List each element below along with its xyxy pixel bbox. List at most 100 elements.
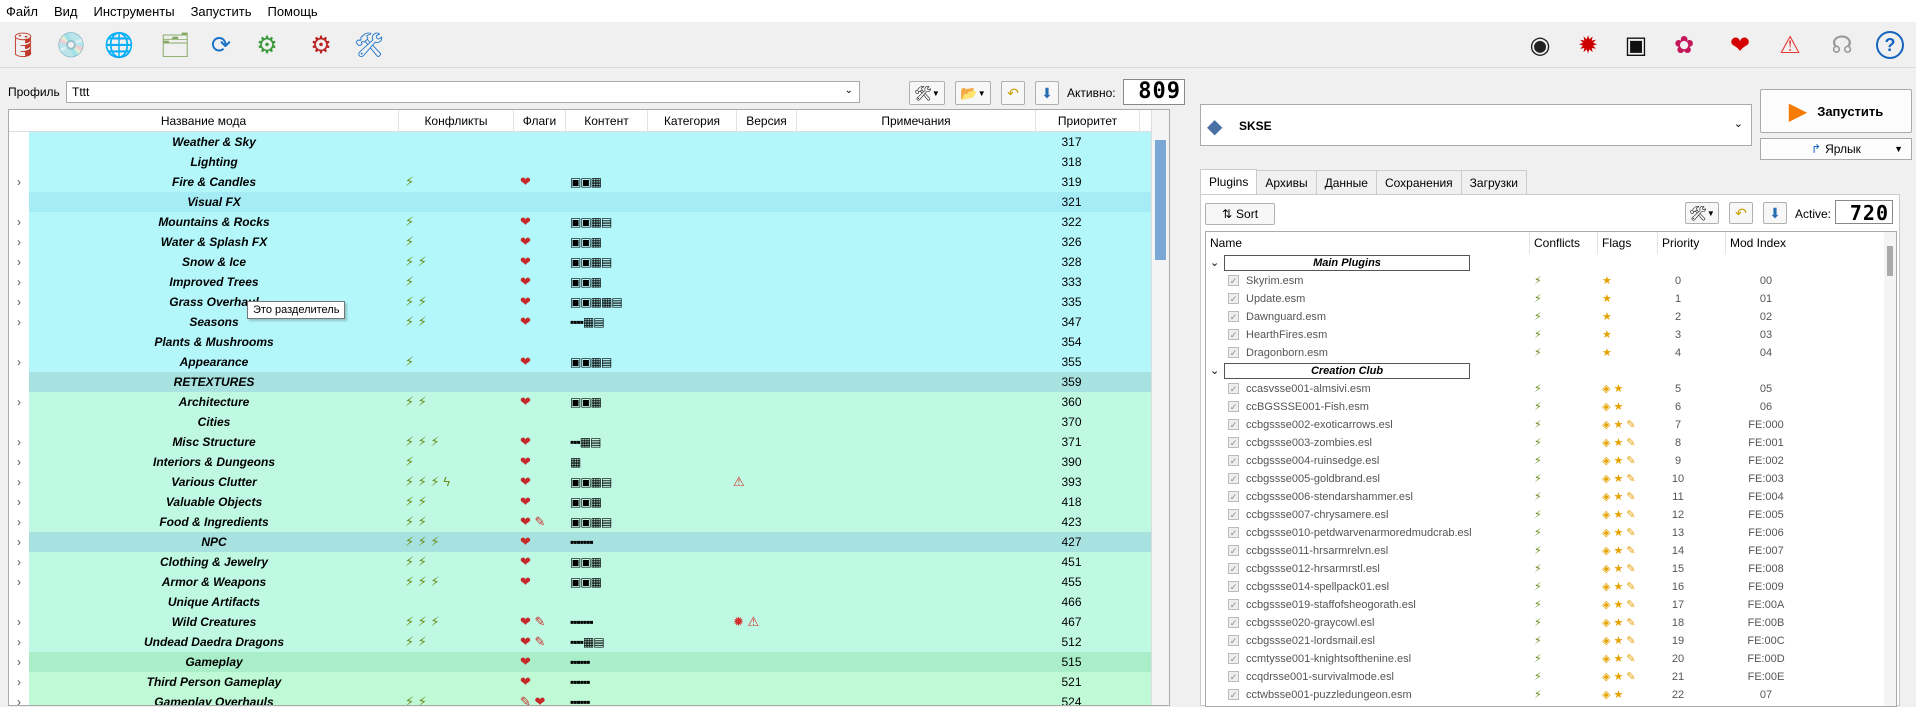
checkbox[interactable]: ✓: [1228, 329, 1239, 340]
plugin-row[interactable]: ✓ ccqdrsse001-survivalmode.esl ⚡ ◈ ★ ✎ 21 FE:…: [1206, 668, 1886, 686]
checkbox[interactable]: ✓: [1228, 383, 1239, 394]
plugin-row[interactable]: ✓ ccbgssse012-hrsarmrstl.esl ⚡ ◈ ★ ✎ 15 FE:00…: [1206, 560, 1886, 578]
create-backup-button[interactable]: ⬇: [1035, 81, 1059, 105]
expand-icon[interactable]: [9, 412, 29, 432]
plugin-row[interactable]: ✓ ccbgssse011-hrsarmrelvn.esl ⚡ ◈ ★ ✎ 14 FE:0…: [1206, 542, 1886, 560]
mod-row[interactable]: › Appearance ⚡ ❤ ▣▣▦▤ 355: [9, 352, 1169, 372]
plugin-list-scrollbar[interactable]: [1884, 232, 1896, 706]
menu-item-0[interactable]: Файл: [4, 4, 46, 19]
plugin-separator[interactable]: ⌄ Main Plugins: [1206, 254, 1886, 272]
checkbox[interactable]: ✓: [1228, 275, 1239, 286]
tools-menu-button[interactable]: 🛠 ▼: [909, 81, 945, 105]
plugin-row[interactable]: ✓ HearthFires.esm ⚡ ★ 3 03: [1206, 326, 1886, 344]
mod-row[interactable]: › Water & Splash FX ⚡ ❤ ▣▣▦ 326: [9, 232, 1169, 252]
mod-row[interactable]: › Food & Ingredients ⚡ ⚡ ❤ ✎ ▣▣▦▤ 423: [9, 512, 1169, 532]
expand-icon[interactable]: ›: [9, 532, 29, 552]
help-button[interactable]: ?: [1872, 29, 1908, 61]
expand-icon[interactable]: [9, 332, 29, 352]
plugin-row[interactable]: ✓ ccbgssse004-ruinsedge.esl ⚡ ◈ ★ ✎ 9 FE:002: [1206, 452, 1886, 470]
tab-3[interactable]: Сохранения: [1375, 170, 1462, 194]
mod-row[interactable]: › Improved Trees ⚡ ❤ ▣▣▦ 333: [9, 272, 1169, 292]
column-header-7[interactable]: Приоритет: [1036, 110, 1140, 132]
expand-icon[interactable]: ›: [9, 632, 29, 652]
creation-kit-button[interactable]: ◉: [1522, 29, 1558, 61]
collapse-icon[interactable]: ⌄: [1210, 362, 1219, 380]
checkbox[interactable]: ✓: [1228, 455, 1239, 466]
column-header-2[interactable]: Флаги: [514, 110, 566, 132]
plugin-column-header-4[interactable]: Mod Index: [1726, 232, 1886, 254]
expand-icon[interactable]: ›: [9, 212, 29, 232]
checkbox[interactable]: ✓: [1228, 653, 1239, 664]
mod-row[interactable]: › Third Person Gameplay ❤ ▪▪▪▪▪▪ 521: [9, 672, 1169, 692]
checkbox[interactable]: ✓: [1228, 545, 1239, 556]
expand-icon[interactable]: ›: [9, 232, 29, 252]
profiles-button[interactable]: 🛢: [6, 29, 40, 61]
plugin-row[interactable]: ✓ Update.esm ⚡ ★ 1 01: [1206, 290, 1886, 308]
expand-icon[interactable]: [9, 132, 29, 152]
executable-select[interactable]: ◆ SKSE ⌄: [1200, 104, 1752, 146]
expand-icon[interactable]: [9, 152, 29, 172]
column-header-6[interactable]: Примечания: [797, 110, 1036, 132]
column-header-1[interactable]: Конфликты: [399, 110, 514, 132]
mod-list-scrollbar[interactable]: [1151, 110, 1169, 705]
checkbox[interactable]: ✓: [1228, 473, 1239, 484]
plugin-row[interactable]: ✓ ccbgssse010-petdwarvenarmoredmudcrab.es…: [1206, 524, 1886, 542]
heart-button[interactable]: ❤: [1722, 29, 1758, 61]
run-button[interactable]: ▶ Запустить: [1760, 89, 1912, 133]
plugin-row[interactable]: ✓ ccbgssse020-graycowl.esl ⚡ ◈ ★ ✎ 18 FE:00B: [1206, 614, 1886, 632]
menu-item-3[interactable]: Запустить: [189, 4, 260, 19]
collapse-icon[interactable]: ⌄: [1210, 254, 1219, 272]
plugin-row[interactable]: ✓ ccbgssse005-goldbrand.esl ⚡ ◈ ★ ✎ 10 FE:003: [1206, 470, 1886, 488]
tab-1[interactable]: Архивы: [1256, 170, 1317, 194]
plugin-tools-button[interactable]: 🛠 ▼: [1685, 202, 1719, 224]
plugin-restore-button[interactable]: ↶: [1729, 202, 1753, 224]
update-button[interactable]: ☊: [1824, 29, 1860, 61]
checkbox[interactable]: ✓: [1228, 509, 1239, 520]
terminal-button[interactable]: ▣: [1618, 29, 1654, 61]
tab-4[interactable]: Загрузки: [1460, 170, 1527, 194]
plugin-row[interactable]: ✓ ccbgssse007-chrysamere.esl ⚡ ◈ ★ ✎ 12 FE:00…: [1206, 506, 1886, 524]
warning-button[interactable]: ⚠: [1772, 29, 1808, 61]
executables-button[interactable]: ⚙: [304, 29, 338, 61]
plugin-row[interactable]: ✓ ccbgssse002-exoticarrows.esl ⚡ ◈ ★ ✎ 7 FE:0…: [1206, 416, 1886, 434]
checkbox[interactable]: ✓: [1228, 311, 1239, 322]
mod-row[interactable]: › Various Clutter ⚡ ⚡ ⚡ ϟ ❤ ▣▣▦▤ ⚠ 393: [9, 472, 1169, 492]
mod-row[interactable]: › Architecture ⚡ ⚡ ❤ ▣▣▦ 360: [9, 392, 1169, 412]
column-header-3[interactable]: Контент: [566, 110, 648, 132]
mod-row[interactable]: › Fire & Candles ⚡ ❤ ▣▣▦ 319: [9, 172, 1169, 192]
flower-button[interactable]: ✿: [1666, 29, 1702, 61]
expand-icon[interactable]: ›: [9, 272, 29, 292]
expand-icon[interactable]: ›: [9, 692, 29, 705]
plugin-row[interactable]: ✓ ccasvsse001-almsivi.esm ⚡ ◈ ★ 5 05: [1206, 380, 1886, 398]
tab-2[interactable]: Данные: [1315, 170, 1377, 194]
expand-icon[interactable]: ›: [9, 432, 29, 452]
settings-button[interactable]: ⚙: [250, 29, 284, 61]
checkbox[interactable]: ✓: [1228, 293, 1239, 304]
menu-item-4[interactable]: Помощь: [265, 4, 325, 19]
mod-row[interactable]: › Wild Creatures ⚡ ⚡ ⚡ ❤ ✎ ▪▪▪▪▪▪▪ ✹ ⚠ 467: [9, 612, 1169, 632]
expand-icon[interactable]: ›: [9, 172, 29, 192]
menu-item-1[interactable]: Вид: [52, 4, 86, 19]
mod-row[interactable]: › Armor & Weapons ⚡ ⚡ ⚡ ❤ ▣▣▦ 455: [9, 572, 1169, 592]
expand-icon[interactable]: ›: [9, 472, 29, 492]
expand-icon[interactable]: ›: [9, 452, 29, 472]
mod-row[interactable]: Unique Artifacts 466: [9, 592, 1169, 612]
plugin-row[interactable]: ✓ ccmtysse001-knightsofthenine.esl ⚡ ◈ ★ ✎ 2…: [1206, 650, 1886, 668]
checkbox[interactable]: ✓: [1228, 347, 1239, 358]
checkbox[interactable]: ✓: [1228, 527, 1239, 538]
mod-row[interactable]: › Snow & Ice ⚡ ⚡ ❤ ▣▣▦▤ 328: [9, 252, 1169, 272]
column-header-0[interactable]: Название мода: [9, 110, 399, 132]
refresh-button[interactable]: ⟳: [204, 29, 238, 61]
mod-row[interactable]: Visual FX 321: [9, 192, 1169, 212]
column-header-5[interactable]: Версия: [737, 110, 797, 132]
checkbox[interactable]: ✓: [1228, 437, 1239, 448]
plugin-row[interactable]: ✓ ccbgssse021-lordsmail.esl ⚡ ◈ ★ ✎ 19 FE:00C: [1206, 632, 1886, 650]
checkbox[interactable]: ✓: [1228, 671, 1239, 682]
expand-icon[interactable]: ›: [9, 292, 29, 312]
plugin-column-header-2[interactable]: Flags: [1598, 232, 1658, 254]
tools-button[interactable]: 🛠: [352, 29, 386, 61]
checkbox[interactable]: ✓: [1228, 581, 1239, 592]
mod-row[interactable]: › NPC ⚡ ⚡ ⚡ ❤ ▪▪▪▪▪▪▪ 427: [9, 532, 1169, 552]
mod-row[interactable]: › Gameplay ❤ ▪▪▪▪▪▪ 515: [9, 652, 1169, 672]
plugin-row[interactable]: ✓ ccbgssse019-staffofsheogorath.esl ⚡ ◈ ★ ✎…: [1206, 596, 1886, 614]
